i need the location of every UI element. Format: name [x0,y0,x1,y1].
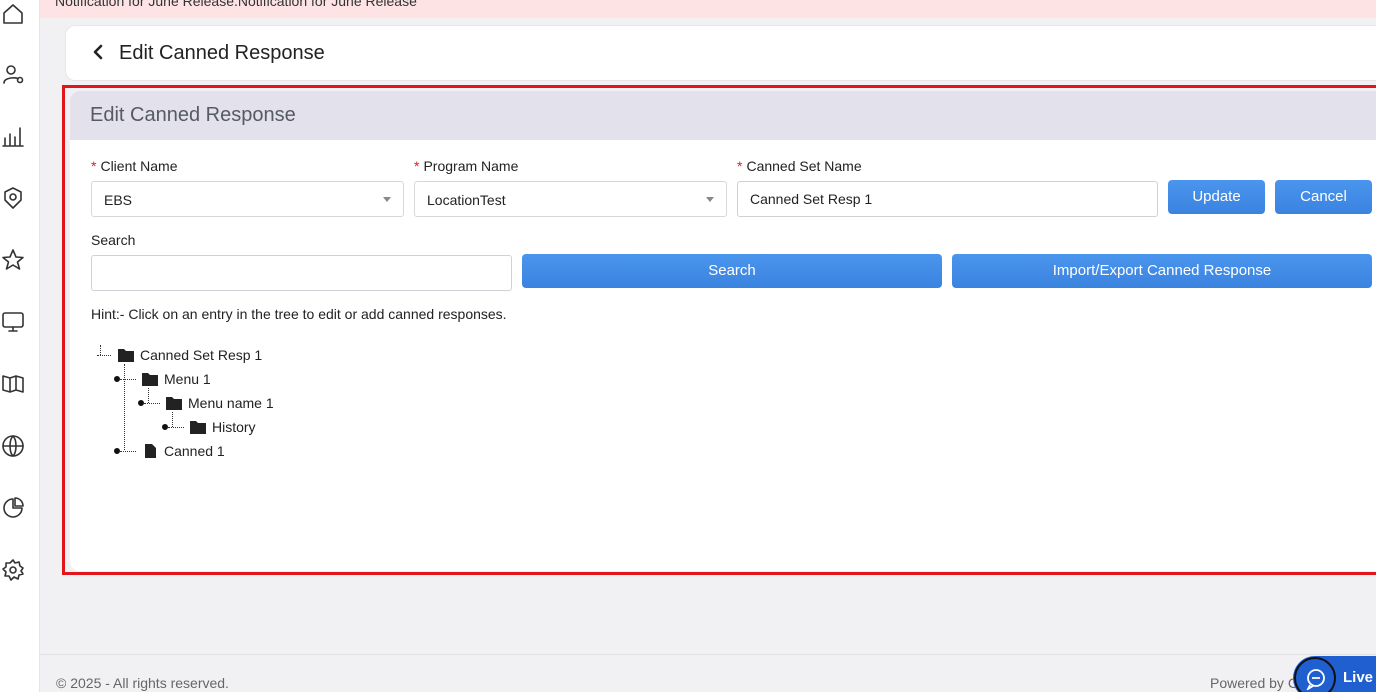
panel-title: Edit Canned Response [90,104,296,126]
tree-node-dot [114,448,120,454]
tree-connector [120,451,136,452]
monitor-icon[interactable] [1,310,25,334]
tree-connector [100,345,101,355]
tree-node-label: Menu 1 [164,371,211,387]
import-export-button[interactable]: Import/Export Canned Response [952,254,1372,288]
client-name-value: EBS [104,192,133,208]
search-input[interactable] [91,255,512,291]
tree-connector [172,412,173,427]
folder-icon [166,397,182,410]
folder-icon [118,349,134,362]
tree-node-dot [162,424,168,430]
notification-bar: Notification for June Release.Notificati… [40,0,1376,18]
folder-icon [190,421,206,434]
folder-icon [142,373,158,386]
footer: © 2025 - All rights reserved. Powered by… [40,654,1376,692]
tree-node-label: Canned Set Resp 1 [140,347,263,363]
chevron-left-icon[interactable] [91,44,107,60]
page-title: Edit Canned Response [119,42,325,64]
panel-header: Edit Canned Response [70,91,1376,140]
star-icon[interactable] [1,248,25,272]
badge-icon[interactable] [1,186,25,210]
tree-node-label: History [212,419,256,435]
tree-connector [148,388,149,403]
tree-connector [97,355,111,356]
globe-icon[interactable] [1,434,25,458]
tree-node-dot [138,400,144,406]
required-mark: * [737,158,743,174]
canned-set-name-input[interactable] [737,181,1158,217]
required-mark: * [91,158,97,174]
copyright-text: © 2025 - All rights reserved. [56,675,229,691]
cancel-button[interactable]: Cancel [1275,180,1372,214]
hint-text: Hint:- Click on an entry in the tree to … [91,306,507,322]
sidebar-rail [0,0,40,692]
edit-panel: Edit Canned Response [70,91,1376,571]
bar-chart-icon[interactable] [1,124,25,148]
caret-down-icon [706,197,714,202]
notification-text: Notification for June Release.Notificati… [55,0,417,9]
live-chat-label: Live c [1343,669,1376,686]
book-icon[interactable] [1,372,25,396]
tree-connector [124,364,125,450]
required-mark: * [414,158,420,174]
program-name-select[interactable]: LocationTest [414,181,727,217]
program-name-value: LocationTest [427,192,506,208]
tree-node-dot [114,376,120,382]
file-icon [145,444,156,458]
chat-bubble-icon [1294,657,1336,692]
page-header: Edit Canned Response [65,25,1376,81]
live-chat-button[interactable]: Live c [1293,656,1376,692]
tree-node-label: Menu name 1 [188,395,274,411]
tree-connector [120,379,136,380]
search-button[interactable]: Search [522,254,942,288]
tree-connector [144,403,160,404]
home-icon[interactable] [1,2,25,26]
tree-node-label: Canned 1 [164,443,225,459]
client-name-label: * Client Name [91,158,178,174]
program-name-label: * Program Name [414,158,519,174]
powered-by-text: Powered by C [1210,675,1298,691]
gear-icon[interactable] [1,558,25,582]
pie-chart-icon[interactable] [1,496,25,520]
update-button[interactable]: Update [1168,180,1265,214]
canned-set-name-label: * Canned Set Name [737,158,862,174]
user-settings-icon[interactable] [1,62,25,86]
caret-down-icon [383,197,391,202]
search-label: Search [91,232,136,248]
client-name-select[interactable]: EBS [91,181,404,217]
tree-connector [168,427,184,428]
